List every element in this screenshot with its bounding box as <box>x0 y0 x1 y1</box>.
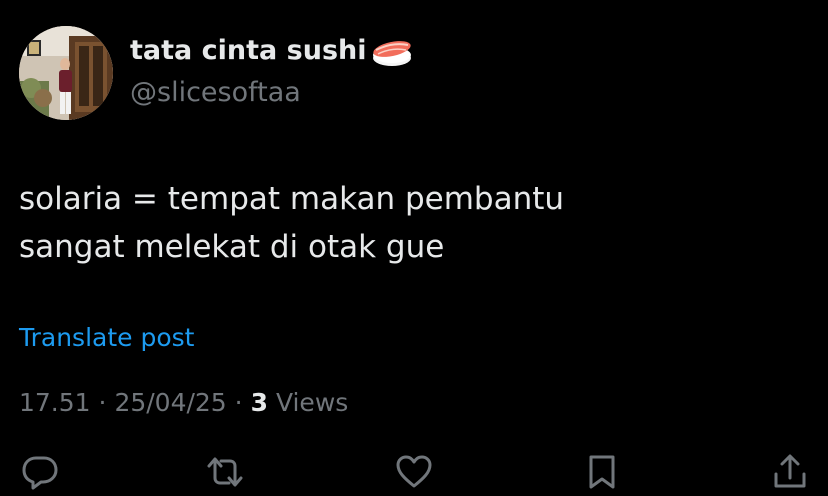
views-label: Views <box>275 388 349 417</box>
author-display-name[interactable]: tata cinta sushi <box>130 33 414 69</box>
meta-separator: · <box>234 388 243 417</box>
tweet-line: solaria = tempat makan pembantu <box>19 181 565 217</box>
like-button[interactable] <box>394 452 434 492</box>
reply-button[interactable] <box>20 452 60 492</box>
avatar[interactable] <box>19 26 113 120</box>
share-button[interactable] <box>770 452 810 492</box>
views-count: 3 <box>250 388 268 417</box>
meta-separator: · <box>98 388 107 417</box>
like-icon <box>396 455 432 488</box>
translate-post-link[interactable]: Translate post <box>19 320 194 356</box>
author-handle[interactable]: @slicesoftaa <box>130 75 301 111</box>
tweet-meta: 17.51 · 25/04/25 · 3 Views <box>19 385 348 421</box>
retweet-icon <box>207 457 243 487</box>
action-bar <box>0 452 828 490</box>
reply-icon <box>22 456 58 490</box>
display-name-text: tata cinta sushi <box>130 35 367 66</box>
tweet-date[interactable]: 25/04/25 <box>114 388 226 417</box>
sushi-icon <box>372 41 411 66</box>
tweet-text: solaria = tempat makan pembantu sangat m… <box>19 175 564 271</box>
tweet-line: sangat melekat di otak gue <box>19 229 445 265</box>
bookmark-button[interactable] <box>582 452 622 492</box>
avatar-photo <box>19 26 113 120</box>
bookmark-icon <box>589 455 615 489</box>
share-icon <box>774 454 806 488</box>
retweet-button[interactable] <box>205 452 245 492</box>
tweet-time[interactable]: 17.51 <box>19 388 91 417</box>
